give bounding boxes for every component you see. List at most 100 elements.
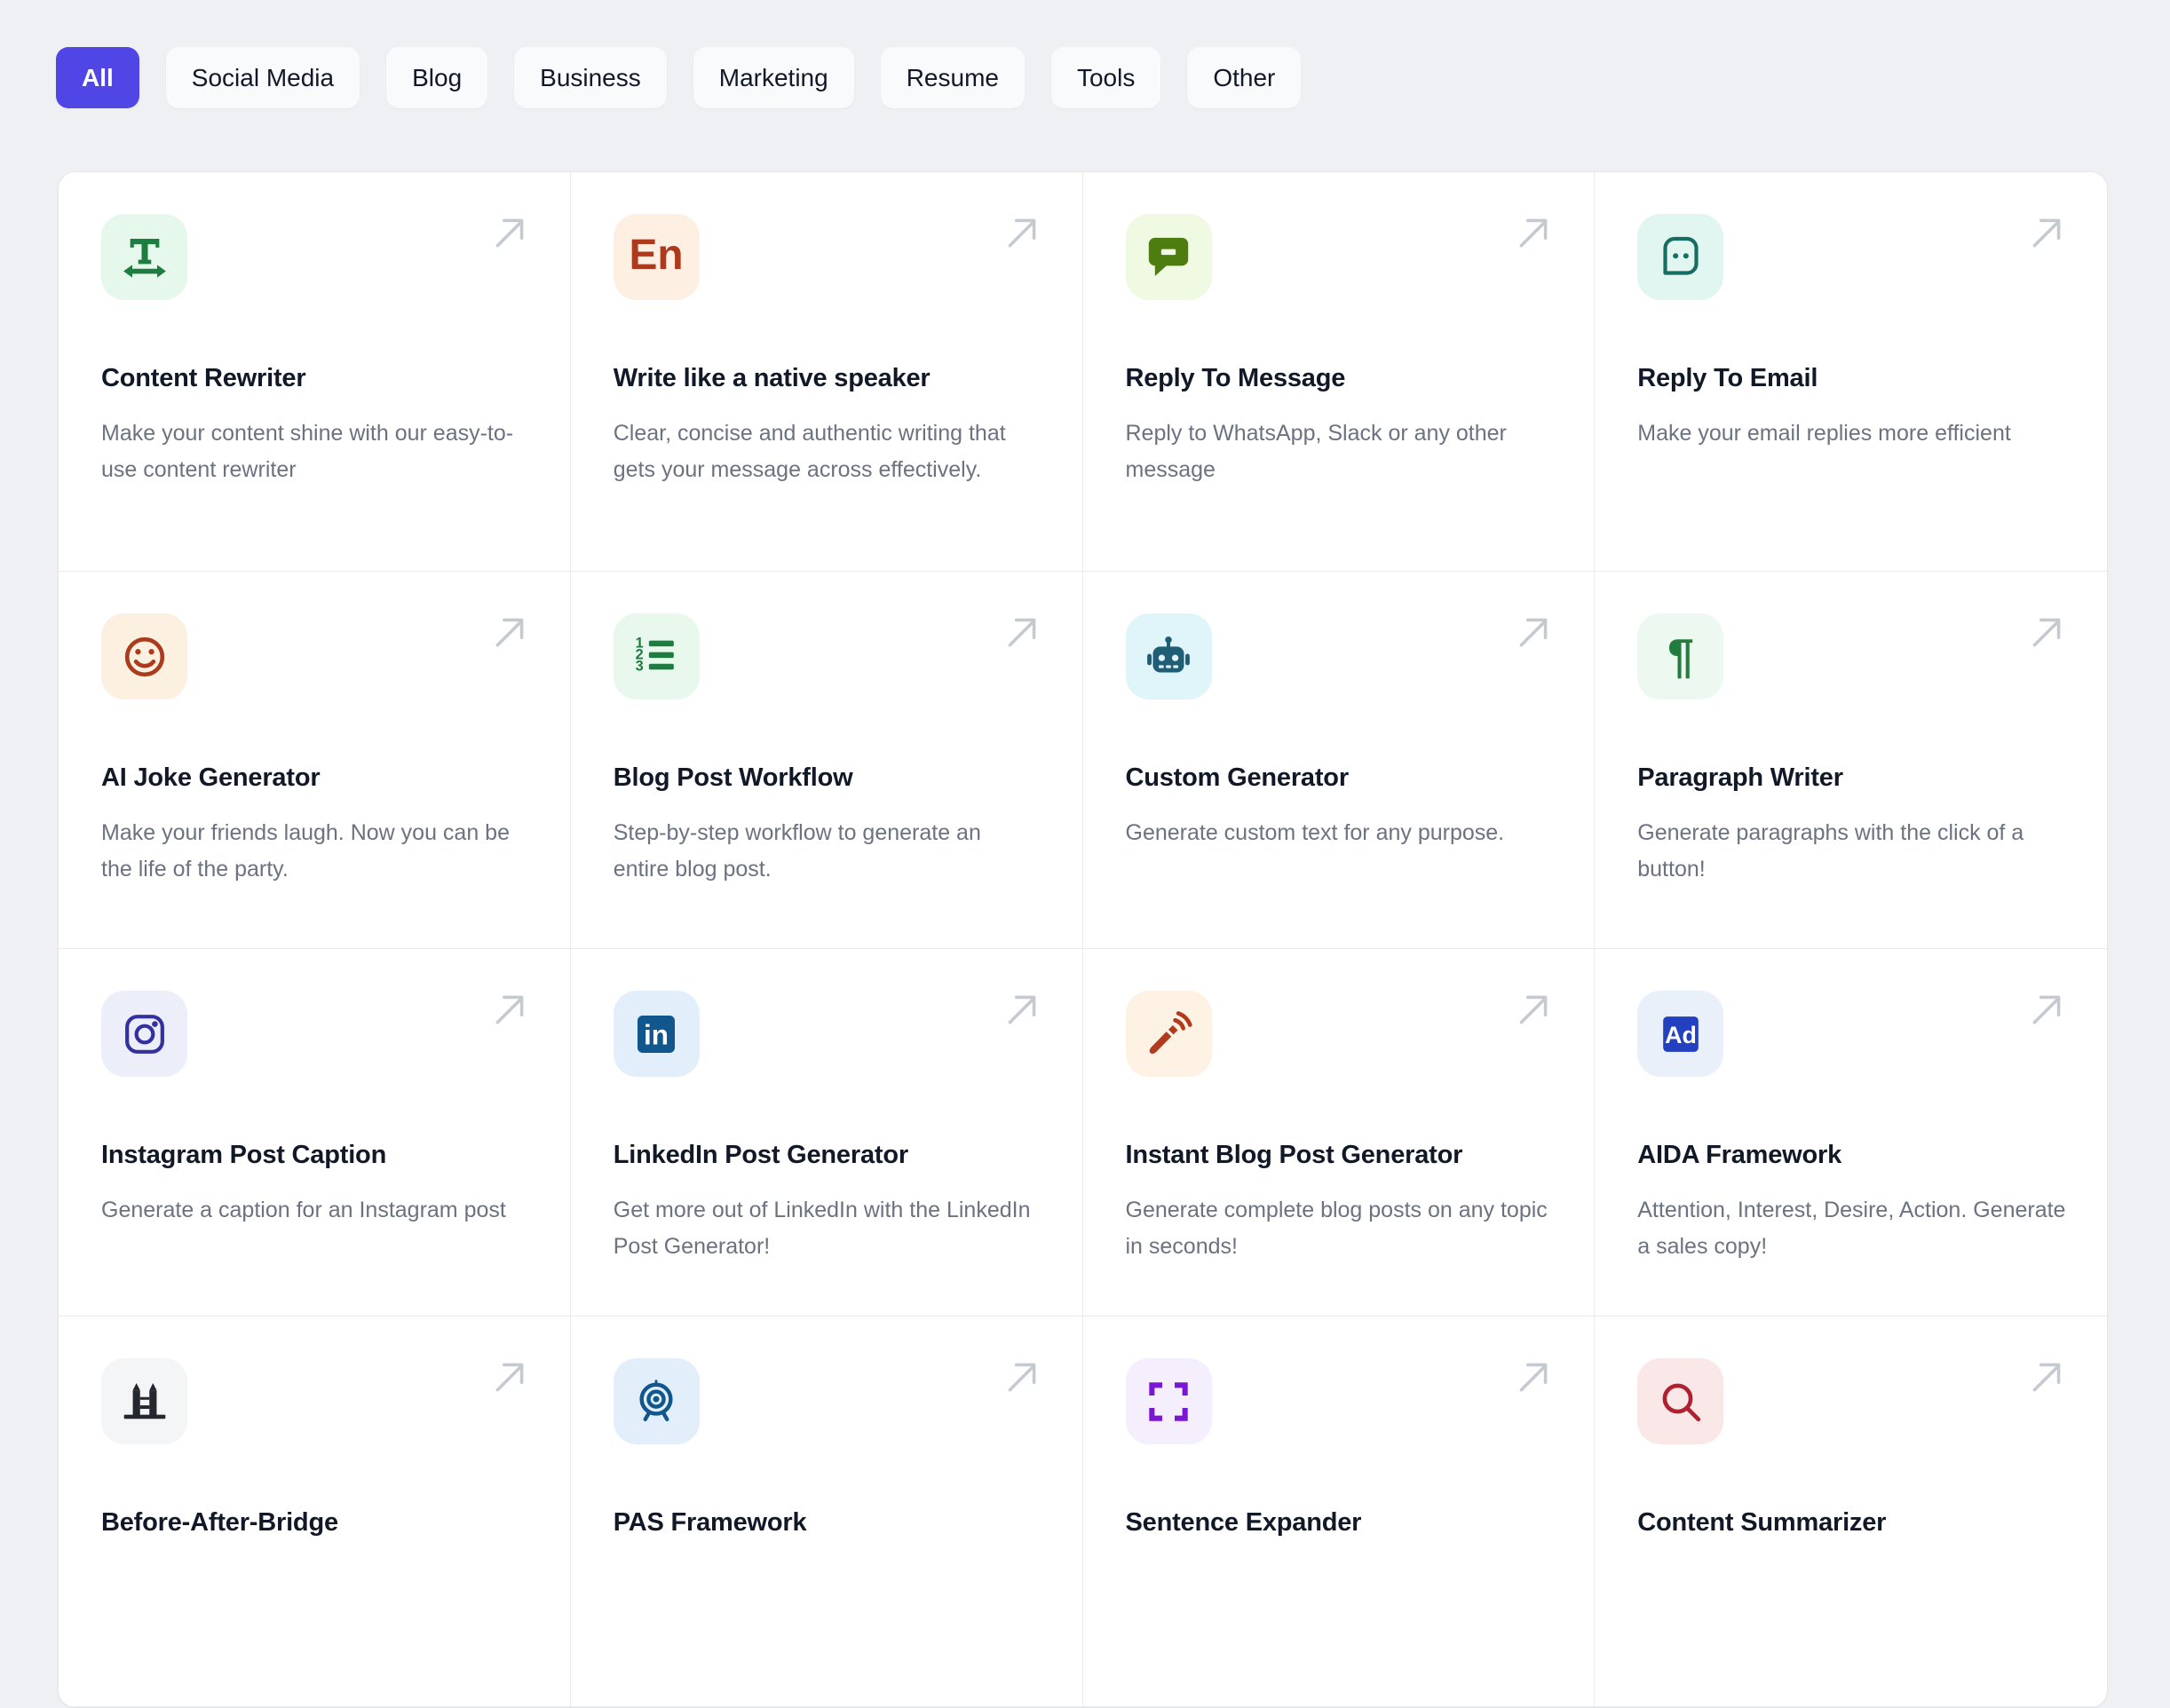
icon-tile (1637, 214, 1724, 300)
arrow-up-right-icon[interactable] (2025, 211, 2068, 254)
icon-tile (613, 1358, 700, 1444)
template-description: Attention, Interest, Desire, Action. Gen… (1637, 1198, 2066, 1259)
arrow-up-right-icon[interactable] (2025, 988, 2068, 1031)
svg-text:En: En (631, 233, 681, 279)
template-title: AI Joke Generator (101, 763, 321, 792)
template-title: Write like a native speaker (613, 364, 931, 392)
template-card-content-rewriter[interactable]: Content Rewriter Make your content shine… (59, 172, 571, 572)
arrow-up-right-icon[interactable] (488, 988, 531, 1031)
template-card-blog-post-workflow[interactable]: 123 Blog Post Workflow Step-by-step work… (570, 572, 1083, 949)
template-description: Generate custom text for any purpose. (1125, 820, 1505, 845)
template-description: Get more out of LinkedIn with the Linked… (613, 1198, 1031, 1259)
icon-tile: in (613, 991, 700, 1077)
filter-resume[interactable]: Resume (880, 47, 1025, 108)
template-title: Paragraph Writer (1637, 763, 1843, 792)
ad-badge-icon: Ad (1656, 1009, 1706, 1059)
svg-text:in: in (644, 1018, 669, 1050)
template-title: Reply To Message (1125, 364, 1346, 392)
icon-tile (1125, 214, 1212, 300)
arrow-up-right-icon[interactable] (1001, 211, 1043, 254)
icon-tile: 123 (613, 613, 700, 700)
robot-icon (1144, 632, 1193, 682)
templates-grid: Content Rewriter Make your content shine… (58, 171, 2108, 1708)
filter-other[interactable]: Other (1187, 47, 1302, 108)
filter-tools[interactable]: Tools (1050, 47, 1161, 108)
language-en-icon: En (631, 233, 681, 282)
template-title: AIDA Framework (1637, 1141, 1842, 1169)
template-description: Generate a caption for an Instagram post (101, 1198, 506, 1222)
filter-marketing[interactable]: Marketing (693, 47, 854, 108)
template-title: Instagram Post Caption (101, 1141, 387, 1169)
arrow-up-right-icon[interactable] (1512, 1356, 1555, 1398)
chat-face-icon (1656, 233, 1706, 282)
arrow-up-right-icon[interactable] (1001, 611, 1043, 653)
icon-tile (1637, 1358, 1724, 1444)
icon-tile (101, 613, 187, 700)
icon-tile: En (613, 214, 700, 300)
svg-text:3: 3 (636, 658, 644, 674)
arrow-up-right-icon[interactable] (1001, 988, 1043, 1031)
template-title: Custom Generator (1125, 763, 1350, 792)
template-title: LinkedIn Post Generator (613, 1141, 908, 1169)
template-card-reply-to-email[interactable]: Reply To Email Make your email replies m… (1595, 172, 2107, 572)
icon-tile (101, 214, 187, 300)
numbered-list-icon: 123 (631, 632, 681, 682)
arrow-up-right-icon[interactable] (2025, 1356, 2068, 1398)
arrow-up-right-icon[interactable] (1512, 611, 1555, 653)
filter-all[interactable]: All (56, 47, 139, 108)
icon-tile: Ad (1637, 991, 1724, 1077)
template-card-instagram-post-caption[interactable]: Instagram Post Caption Generate a captio… (59, 949, 571, 1317)
text-width-icon (120, 233, 170, 282)
pilcrow-icon: ¶ (1656, 632, 1706, 682)
bridge-icon (120, 1377, 170, 1427)
linkedin-icon: in (631, 1009, 681, 1059)
arrow-up-right-icon[interactable] (2025, 611, 2068, 653)
svg-text:Ad: Ad (1665, 1021, 1697, 1048)
arrow-up-right-icon[interactable] (488, 1356, 531, 1398)
filter-business[interactable]: Business (514, 47, 667, 108)
template-description: Generate complete blog posts on any topi… (1125, 1198, 1548, 1259)
template-title: Reply To Email (1637, 364, 1818, 392)
template-card-linkedin-post-generator[interactable]: in LinkedIn Post Generator Get more out … (570, 949, 1083, 1317)
template-title: Before-After-Bridge (101, 1508, 338, 1537)
pen-signal-icon (1144, 1009, 1193, 1059)
magnifier-icon (1656, 1377, 1706, 1427)
template-title: Content Rewriter (101, 364, 306, 392)
template-title: Blog Post Workflow (613, 763, 853, 792)
template-title: Content Summarizer (1637, 1508, 1887, 1537)
template-card-write-like-a-native-speaker[interactable]: En Write like a native speaker Clear, co… (570, 172, 1083, 572)
smiley-icon (120, 632, 170, 682)
template-card-ai-joke-generator[interactable]: AI Joke Generator Make your friends laug… (59, 572, 571, 949)
arrow-up-right-icon[interactable] (1512, 211, 1555, 254)
icon-tile (101, 991, 187, 1077)
expand-icon (1144, 1377, 1193, 1427)
template-description: Make your content shine with our easy-to… (101, 421, 514, 482)
template-card-instant-blog-post-generator[interactable]: Instant Blog Post Generator Generate com… (1082, 949, 1596, 1317)
arrow-up-right-icon[interactable] (488, 211, 531, 254)
svg-text:¶: ¶ (1667, 632, 1694, 682)
template-title: Instant Blog Post Generator (1125, 1141, 1463, 1169)
filter-social-media[interactable]: Social Media (165, 47, 360, 108)
instagram-icon (120, 1009, 170, 1059)
icon-tile (101, 1358, 187, 1444)
template-card-custom-generator[interactable]: Custom Generator Generate custom text fo… (1082, 572, 1596, 949)
template-card-aida-framework[interactable]: Ad AIDA Framework Attention, Interest, D… (1595, 949, 2107, 1317)
template-description: Step-by-step workflow to generate an ent… (613, 820, 981, 882)
arrow-up-right-icon[interactable] (1512, 988, 1555, 1031)
template-description: Reply to WhatsApp, Slack or any other me… (1125, 421, 1507, 482)
template-description: Generate paragraphs with the click of a … (1637, 820, 2024, 882)
arrow-up-right-icon[interactable] (488, 611, 531, 653)
template-card-before-after-bridge[interactable]: Before-After-Bridge (59, 1317, 571, 1707)
template-card-sentence-expander[interactable]: Sentence Expander (1082, 1317, 1596, 1707)
icon-tile (1125, 991, 1212, 1077)
template-card-paragraph-writer[interactable]: ¶ Paragraph Writer Generate paragraphs w… (1595, 572, 2107, 949)
target-icon (631, 1377, 681, 1427)
template-description: Clear, concise and authentic writing tha… (613, 421, 1006, 482)
chat-bubble-icon (1144, 233, 1193, 282)
icon-tile (1125, 613, 1212, 700)
arrow-up-right-icon[interactable] (1001, 1356, 1043, 1398)
template-card-content-summarizer[interactable]: Content Summarizer (1595, 1317, 2107, 1707)
filter-blog[interactable]: Blog (386, 47, 488, 108)
template-card-reply-to-message[interactable]: Reply To Message Reply to WhatsApp, Slac… (1082, 172, 1596, 572)
template-card-pas-framework[interactable]: PAS Framework (570, 1317, 1083, 1707)
